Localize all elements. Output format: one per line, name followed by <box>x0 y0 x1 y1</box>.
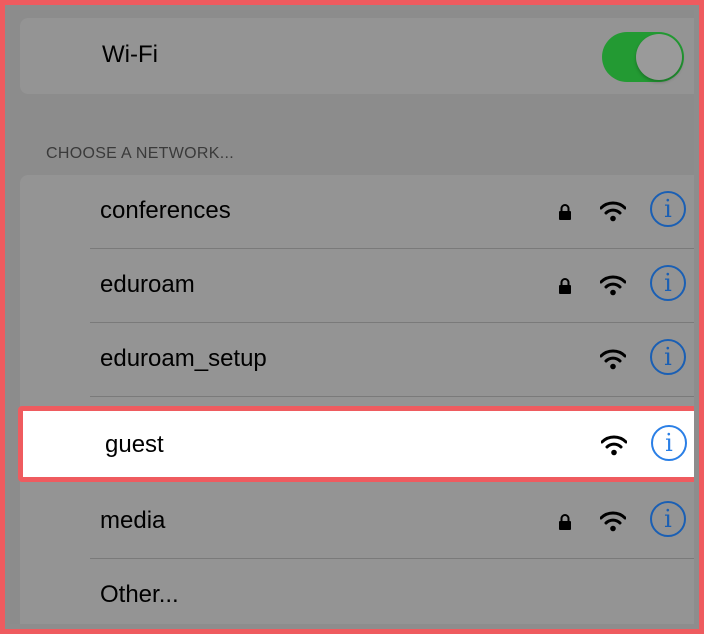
wifi-label: Wi-Fi <box>102 41 158 68</box>
info-icon[interactable]: i <box>650 501 686 537</box>
row-divider <box>90 396 694 397</box>
other-network-label: Other... <box>100 581 179 608</box>
wifi-signal-icon <box>600 201 626 222</box>
info-icon[interactable]: i <box>650 265 686 301</box>
wifi-signal-icon <box>600 275 626 296</box>
network-row-guest[interactable]: guest i <box>18 406 694 482</box>
wifi-signal-icon <box>600 349 626 370</box>
network-row-eduroam-setup[interactable]: eduroam_setup i <box>20 323 694 397</box>
lock-icon <box>559 514 571 530</box>
network-row-other[interactable]: Other... <box>20 559 694 624</box>
network-row-conferences[interactable]: conferences i <box>20 175 694 249</box>
info-icon[interactable]: i <box>650 191 686 227</box>
network-name: eduroam <box>100 271 195 298</box>
lock-icon <box>559 278 571 294</box>
network-name: eduroam_setup <box>100 345 267 372</box>
network-row-eduroam[interactable]: eduroam i <box>20 249 694 323</box>
network-name: media <box>100 507 166 534</box>
choose-network-header: CHOOSE A NETWORK... <box>46 145 234 162</box>
lock-icon <box>559 204 571 220</box>
info-icon[interactable]: i <box>651 425 687 461</box>
wifi-signal-icon <box>600 511 626 532</box>
wifi-signal-icon <box>601 435 627 456</box>
screenshot-frame: Wi-Fi CHOOSE A NETWORK... conferences i <box>0 0 704 634</box>
network-name: guest <box>105 431 164 458</box>
info-icon[interactable]: i <box>650 339 686 375</box>
settings-screen: Wi-Fi CHOOSE A NETWORK... conferences i <box>10 10 694 624</box>
wifi-toggle[interactable] <box>602 32 684 82</box>
wifi-toggle-row: Wi-Fi <box>20 18 694 94</box>
network-name: conferences <box>100 197 231 224</box>
toggle-knob <box>636 34 682 80</box>
network-list: conferences i eduroam i eduroam_setup i … <box>18 175 694 624</box>
network-row-media[interactable]: media i <box>20 485 694 559</box>
